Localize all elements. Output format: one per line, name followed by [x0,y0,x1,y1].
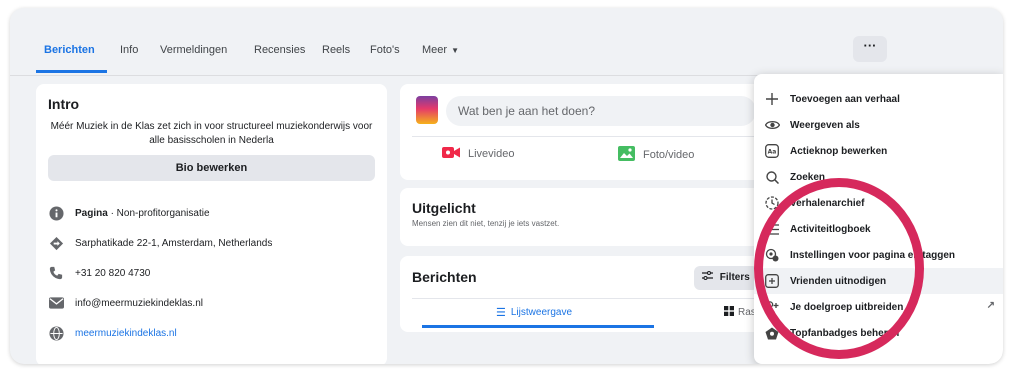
photo-icon [618,146,635,164]
menu-item-label: Verhalenarchief [790,197,865,209]
audience-icon [764,299,780,315]
grid-icon [724,306,734,319]
menu-item-top-fan-badges[interactable]: Topfanbadges beheren [754,320,1003,346]
address-text: Sarphatikade 22-1, Amsterdam, Netherland… [75,237,273,249]
activity-log-icon [764,221,780,237]
page-type-label: Pagina [75,207,108,219]
mail-icon [48,295,64,311]
info-row-address: Sarphatikade 22-1, Amsterdam, Netherland… [48,233,272,253]
tab-meer-label: Meer [422,44,448,56]
badge-icon [764,325,780,341]
settings-gear-icon [764,247,780,263]
active-tab-indicator [36,70,107,73]
tab-fotos[interactable]: Foto's [370,44,400,56]
menu-item-invite-friends[interactable]: Vrienden uitnodigen [754,268,1003,294]
more-options-menu: Toevoegen aan verhaal Weergeven als Aa A… [754,74,1003,364]
intro-title: Intro [48,96,80,112]
page-tab-bar: Berichten Info Vermeldingen Recensies Re… [10,8,1003,76]
menu-item-edit-action-button[interactable]: Aa Actieknop bewerken [754,138,1003,164]
list-icon: ☰ [496,307,506,319]
tab-vermeldingen[interactable]: Vermeldingen [160,44,227,56]
menu-item-story-archive[interactable]: Verhalenarchief [754,190,1003,216]
menu-item-label: Instellingen voor pagina en taggen [790,249,956,261]
menu-item-label: Activiteitlogboek [790,223,871,235]
info-row-website: meermuziekindeklas.nl [48,323,177,343]
featured-title: Uitgelicht [412,200,476,216]
search-icon [764,169,780,185]
eye-icon [764,117,780,133]
filters-button[interactable]: Filters [694,266,758,290]
menu-item-label: Zoeken [790,171,826,183]
filters-label: Filters [719,272,750,283]
tab-info[interactable]: Info [120,44,138,56]
divider [412,136,757,137]
location-icon [48,235,64,251]
external-link-icon: ↗ [986,300,995,311]
photo-video-label: Foto/video [643,149,695,161]
menu-item-label: Topfanbadges beheren [790,327,900,339]
caret-down-icon: ▼ [451,46,459,55]
featured-subtitle: Mensen zien dit niet, tenzij je iets vas… [412,219,560,228]
posts-card: Berichten Filters ☰ Lijstweergave Raste [400,256,765,332]
menu-item-expand-audience[interactable]: Je doelgroep uitbreiden ↗ [754,294,1003,320]
photo-video-button[interactable]: Foto/video [618,146,694,164]
website-link[interactable]: meermuziekindeklas.nl [75,328,177,339]
menu-item-label: Je doelgroep uitbreiden [790,301,904,313]
live-video-button[interactable]: Livevideo [442,146,514,162]
info-row-email: info@meermuziekindeklas.nl [48,293,203,313]
menu-item-label: Vrienden uitnodigen [790,275,887,287]
menu-item-add-to-story[interactable]: Toevoegen aan verhaal [754,86,1003,112]
menu-item-label: Actieknop bewerken [790,145,888,157]
svg-text:Aa: Aa [768,149,777,156]
featured-card: Uitgelicht Mensen zien dit niet, tenzij … [400,188,765,246]
intro-card: Intro Méér Muziek in de Klas zet zich in… [36,84,387,364]
info-row-page-type: Pagina · Non-profitorganisatie [48,203,210,223]
status-input[interactable]: Wat ben je aan het doen? [446,96,756,126]
live-video-label: Livevideo [468,148,515,160]
tab-meer[interactable]: Meer ▼ [422,44,459,56]
live-video-icon [442,146,460,162]
post-composer: Wat ben je aan het doen? Livevideo Foto/… [400,84,765,180]
edit-bio-button[interactable]: Bio bewerken [48,155,375,181]
facebook-page-screenshot: Berichten Info Vermeldingen Recensies Re… [10,8,1003,364]
menu-item-activity-log[interactable]: Activiteitlogboek [754,216,1003,242]
divider [412,298,757,299]
intro-bio-text: Méér Muziek in de Klas zet zich in voor … [50,121,373,146]
globe-icon [48,325,64,341]
menu-item-search[interactable]: Zoeken [754,164,1003,190]
action-button-icon: Aa [764,143,780,159]
list-view-tab[interactable]: ☰ Lijstweergave [496,306,572,319]
menu-item-label: Toevoegen aan verhaal [790,93,900,105]
invite-friends-icon [764,273,780,289]
menu-item-view-as[interactable]: Weergeven als [754,112,1003,138]
more-options-button[interactable]: ··· [853,36,887,62]
posts-title: Berichten [412,269,477,285]
phone-icon [48,265,64,281]
info-row-phone: +31 20 820 4730 [48,263,150,283]
menu-item-label: Weergeven als [790,119,860,131]
filters-icon [702,271,716,283]
tab-recensies[interactable]: Recensies [254,44,305,56]
menu-item-page-tagging-settings[interactable]: Instellingen voor pagina en taggen [754,242,1003,268]
archive-clock-icon [764,195,780,211]
info-icon [48,205,64,221]
email-text: info@meermuziekindeklas.nl [75,297,203,309]
list-view-label: Lijstweergave [510,307,573,318]
plus-icon [764,91,780,107]
page-category: · Non-profitorganisatie [107,207,210,219]
page-avatar[interactable] [416,96,438,124]
tab-reels[interactable]: Reels [322,44,350,56]
phone-text: +31 20 820 4730 [75,267,151,279]
tab-berichten[interactable]: Berichten [44,44,95,56]
active-view-indicator [422,325,654,328]
